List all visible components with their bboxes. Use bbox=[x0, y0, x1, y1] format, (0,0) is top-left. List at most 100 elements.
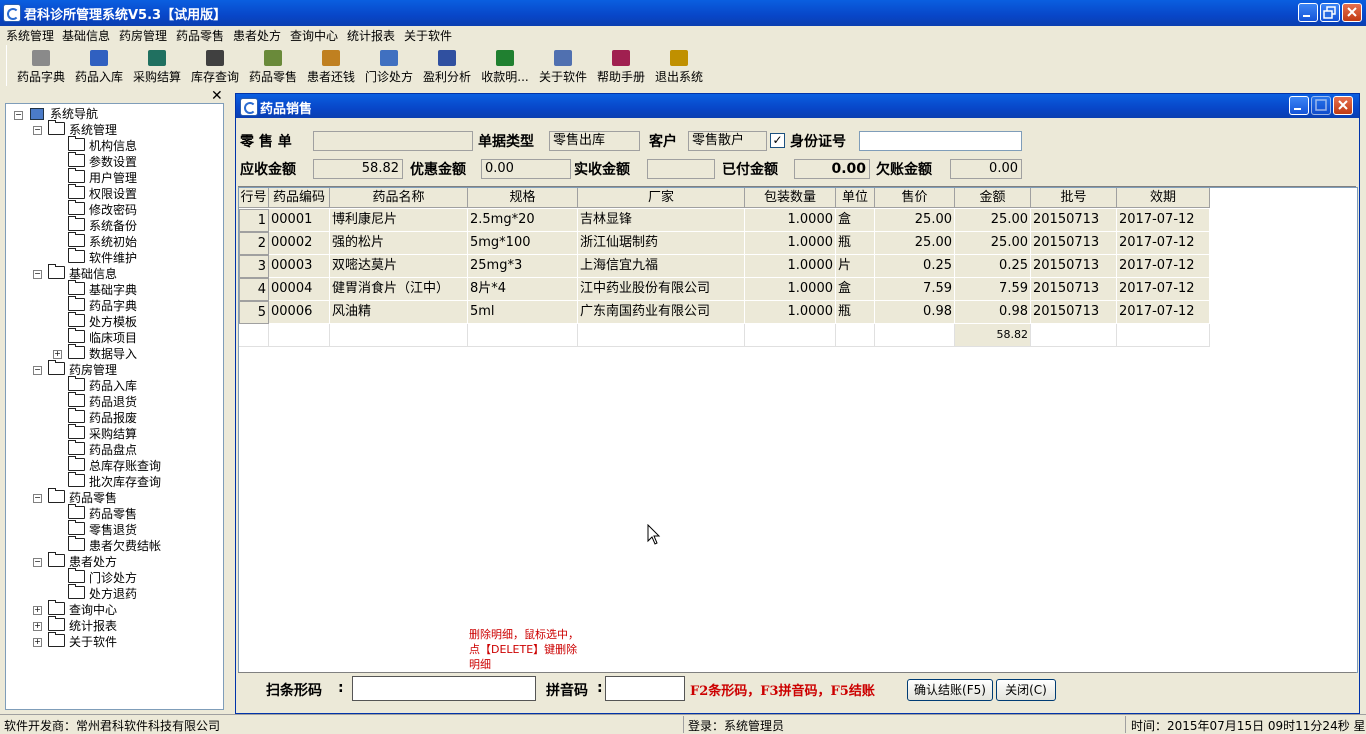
doc-type-field[interactable]: 零售出库 bbox=[549, 131, 640, 151]
barcode-input[interactable] bbox=[352, 676, 536, 701]
row-number[interactable]: 1 bbox=[239, 209, 269, 232]
table-cell[interactable]: 00004 bbox=[269, 278, 330, 301]
table-cell[interactable]: 博利康尼片 bbox=[330, 209, 468, 232]
table-cell[interactable]: 江中药业股份有限公司 bbox=[578, 278, 745, 301]
table-cell[interactable]: 1.0000 bbox=[745, 301, 836, 324]
table-cell[interactable]: 吉林显锋 bbox=[578, 209, 745, 232]
table-cell[interactable]: 双嘧达莫片 bbox=[330, 255, 468, 278]
child-minimize-icon[interactable] bbox=[1289, 96, 1309, 115]
row-number[interactable]: 3 bbox=[239, 255, 269, 278]
column-header[interactable]: 药品名称 bbox=[330, 188, 468, 208]
toolbar-button-1[interactable]: 药品字典 bbox=[12, 45, 70, 85]
nav-item-32[interactable]: 统计报表 bbox=[48, 616, 117, 634]
paid-field[interactable]: 0.00 bbox=[794, 159, 870, 179]
table-cell[interactable]: 瓶 bbox=[836, 301, 875, 324]
minimize-icon[interactable] bbox=[1298, 3, 1318, 22]
sale-detail-grid[interactable]: 行号 药品编码 药品名称 规格 厂家 包装数量 单位 售价 金额 批号 效期 1 00001 博利康尼片 2… bbox=[238, 187, 1358, 673]
toolbar-button-8[interactable]: 盈利分析 bbox=[418, 45, 476, 85]
nav-item-15[interactable]: 数据导入 bbox=[68, 344, 137, 362]
row-number[interactable]: 5 bbox=[239, 301, 269, 324]
toolbar-button-6[interactable]: 患者还钱 bbox=[302, 45, 360, 85]
table-cell[interactable]: 风油精 bbox=[330, 301, 468, 324]
table-cell[interactable]: 20150713 bbox=[1031, 278, 1117, 301]
menu-about[interactable]: 关于软件 bbox=[404, 27, 452, 44]
nav-item-25[interactable]: 药品零售 bbox=[68, 504, 137, 522]
expand-icon[interactable]: + bbox=[53, 350, 62, 359]
table-cell[interactable]: 盒 bbox=[836, 278, 875, 301]
table-cell[interactable]: 2017-07-12 bbox=[1117, 209, 1210, 232]
nav-item-6[interactable]: 修改密码 bbox=[68, 200, 137, 218]
pinyin-input[interactable] bbox=[605, 676, 685, 701]
table-cell[interactable]: 健胃消食片（江中） bbox=[330, 278, 468, 301]
menu-pharmacy[interactable]: 药房管理 bbox=[119, 27, 167, 44]
table-cell[interactable]: 00001 bbox=[269, 209, 330, 232]
nav-item-3[interactable]: 参数设置 bbox=[68, 152, 137, 170]
table-cell[interactable]: 00002 bbox=[269, 232, 330, 255]
nav-root-toggle-icon[interactable]: − bbox=[14, 111, 23, 120]
child-close-icon[interactable] bbox=[1333, 96, 1353, 115]
table-cell[interactable]: 20150713 bbox=[1031, 232, 1117, 255]
nav-item-8[interactable]: 系统初始 bbox=[68, 232, 137, 250]
close-icon[interactable] bbox=[1342, 3, 1362, 22]
column-header[interactable]: 行号 bbox=[239, 188, 269, 208]
nav-item-30[interactable]: 处方退药 bbox=[68, 584, 137, 602]
id-card-checkbox[interactable]: ✓ bbox=[770, 133, 785, 148]
table-cell[interactable]: 25.00 bbox=[875, 209, 955, 232]
nav-item-2[interactable]: 机构信息 bbox=[68, 136, 137, 154]
collapse-icon[interactable]: − bbox=[33, 366, 42, 375]
table-cell[interactable]: 20150713 bbox=[1031, 209, 1117, 232]
table-cell[interactable]: 2017-07-12 bbox=[1117, 255, 1210, 278]
row-number[interactable]: 2 bbox=[239, 232, 269, 255]
expand-icon[interactable]: + bbox=[33, 622, 42, 631]
nav-item-23[interactable]: 批次库存查询 bbox=[68, 472, 161, 490]
nav-item-14[interactable]: 临床项目 bbox=[68, 328, 137, 346]
menu-query[interactable]: 查询中心 bbox=[290, 27, 338, 44]
nav-item-7[interactable]: 系统备份 bbox=[68, 216, 137, 234]
collapse-icon[interactable]: − bbox=[33, 558, 42, 567]
table-cell[interactable]: 0.25 bbox=[955, 255, 1031, 278]
column-header[interactable]: 售价 bbox=[875, 188, 955, 208]
toolbar-button-7[interactable]: 门诊处方 bbox=[360, 45, 418, 85]
table-cell[interactable]: 00003 bbox=[269, 255, 330, 278]
menu-prescription[interactable]: 患者处方 bbox=[233, 27, 281, 44]
table-cell[interactable]: 0.98 bbox=[955, 301, 1031, 324]
table-cell[interactable]: 1.0000 bbox=[745, 209, 836, 232]
table-cell[interactable]: 上海信宜九福 bbox=[578, 255, 745, 278]
id-card-field[interactable] bbox=[859, 131, 1022, 151]
toolbar-button-5[interactable]: 药品零售 bbox=[244, 45, 302, 85]
confirm-checkout-button[interactable]: 确认结账(F5) bbox=[907, 679, 993, 701]
column-header[interactable]: 单位 bbox=[836, 188, 875, 208]
table-cell[interactable]: 8片*4 bbox=[468, 278, 578, 301]
toolbar-button-12[interactable]: 退出系统 bbox=[650, 45, 708, 85]
table-cell[interactable]: 7.59 bbox=[875, 278, 955, 301]
table-cell[interactable]: 瓶 bbox=[836, 232, 875, 255]
column-header[interactable]: 金额 bbox=[955, 188, 1031, 208]
table-cell[interactable]: 片 bbox=[836, 255, 875, 278]
nav-item-22[interactable]: 总库存账查询 bbox=[68, 456, 161, 474]
nav-item-27[interactable]: 患者欠费结帐 bbox=[68, 536, 161, 554]
table-cell[interactable]: 浙江仙琚制药 bbox=[578, 232, 745, 255]
table-cell[interactable]: 25.00 bbox=[955, 232, 1031, 255]
column-header[interactable]: 厂家 bbox=[578, 188, 745, 208]
nav-item-21[interactable]: 药品盘点 bbox=[68, 440, 137, 458]
menu-reports[interactable]: 统计报表 bbox=[347, 27, 395, 44]
table-cell[interactable]: 2017-07-12 bbox=[1117, 232, 1210, 255]
table-cell[interactable]: 0.98 bbox=[875, 301, 955, 324]
table-cell[interactable]: 2017-07-12 bbox=[1117, 278, 1210, 301]
nav-item-11[interactable]: 基础字典 bbox=[68, 280, 137, 298]
menu-system[interactable]: 系统管理 bbox=[6, 27, 54, 44]
customer-field[interactable]: 零售散户 bbox=[688, 131, 767, 151]
table-cell[interactable]: 1.0000 bbox=[745, 255, 836, 278]
restore-icon[interactable] bbox=[1320, 3, 1340, 22]
nav-item-29[interactable]: 门诊处方 bbox=[68, 568, 137, 586]
actual-field[interactable] bbox=[647, 159, 715, 179]
nav-item-13[interactable]: 处方模板 bbox=[68, 312, 137, 330]
nav-item-31[interactable]: 查询中心 bbox=[48, 600, 117, 618]
toolbar-button-9[interactable]: 收款明... bbox=[476, 45, 534, 85]
nav-item-16[interactable]: 药房管理 bbox=[48, 360, 117, 378]
table-cell[interactable]: 7.59 bbox=[955, 278, 1031, 301]
nav-close-icon[interactable]: ✕ bbox=[211, 88, 223, 104]
order-no-field[interactable] bbox=[313, 131, 473, 151]
nav-item-10[interactable]: 基础信息 bbox=[48, 264, 117, 282]
column-header[interactable]: 批号 bbox=[1031, 188, 1117, 208]
